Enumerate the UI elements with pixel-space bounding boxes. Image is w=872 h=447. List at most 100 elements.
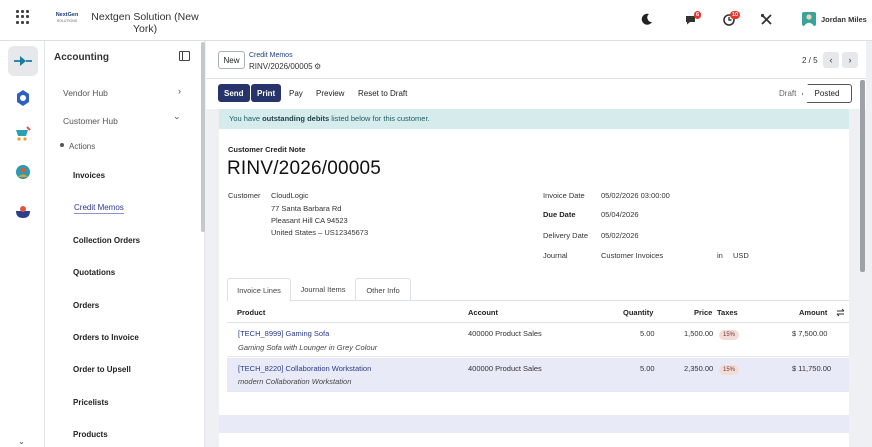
column-account[interactable]: Account	[468, 308, 498, 317]
column-amount[interactable]: Amount	[799, 308, 827, 317]
app-rail: ⌄	[0, 41, 45, 447]
sales-app-icon	[16, 126, 31, 141]
customer-name[interactable]: CloudLogic	[271, 191, 309, 200]
due-date-field[interactable]: 05/04/2026	[601, 210, 639, 219]
alert-prefix: You have	[229, 114, 263, 123]
table-empty-row	[219, 415, 849, 433]
rail-contacts-icon[interactable]	[8, 157, 38, 187]
apps-grid-icon[interactable]	[16, 10, 30, 24]
rail-crm-icon[interactable]	[8, 83, 38, 113]
tab-other-info[interactable]: Other Info	[355, 278, 411, 301]
user-avatar[interactable]	[802, 12, 816, 26]
row-quantity[interactable]: 5.00	[640, 364, 655, 373]
gear-icon[interactable]: ⚙	[314, 62, 321, 71]
sidebar-item-credit-memos[interactable]: Credit Memos	[74, 203, 124, 214]
rail-inventory-icon[interactable]	[8, 197, 38, 227]
row-account[interactable]: 400000 Product Sales	[468, 329, 542, 338]
customer-address-line2: Pleasant Hill CA 94523	[271, 216, 348, 225]
column-quantity[interactable]: Quantity	[623, 308, 653, 317]
main-scrollbar[interactable]	[860, 80, 865, 272]
chevron-right-icon[interactable]: ›	[178, 86, 181, 96]
due-date-label: Due Date	[543, 210, 576, 219]
column-taxes[interactable]: Taxes	[717, 308, 738, 317]
column-product[interactable]: Product	[237, 308, 265, 317]
row-price[interactable]: 2,350.00	[684, 364, 713, 373]
chat-badge: 6	[694, 11, 702, 19]
print-button[interactable]: Print	[251, 84, 282, 102]
form-sheet: You have outstanding debits listed below…	[219, 109, 849, 447]
row-price[interactable]: 1,500.00	[684, 329, 713, 338]
send-button[interactable]: Send	[218, 84, 250, 102]
sidebar-item-collection-orders[interactable]: Collection Orders	[73, 236, 140, 245]
tax-badge[interactable]: 15%	[719, 365, 740, 375]
control-panel: New Credit Memos RINV/2026/00005 ⚙ 2 / 5…	[206, 41, 866, 79]
sidebar-item-orders-to-invoice[interactable]: Orders to Invoice	[73, 333, 139, 342]
table-row[interactable]: [TECH_8220] Collaboration Workstation mo…	[227, 358, 849, 392]
pager-previous-icon[interactable]: ‹	[823, 52, 839, 68]
sidebar-item-quotations[interactable]: Quotations	[73, 268, 115, 277]
sidebar-item-vendor-hub[interactable]: Vendor Hub	[63, 88, 108, 98]
invoice-lines-header: Product Account Quantity Price Taxes Amo…	[227, 301, 849, 323]
pager-value[interactable]: 2 / 5	[802, 56, 818, 65]
tab-invoice-lines[interactable]: Invoice Lines	[227, 278, 291, 302]
alert-bold[interactable]: outstanding debits	[262, 114, 329, 123]
top-navbar: NextGen SOLUTIONS Nextgen Solution (New …	[0, 0, 872, 41]
currency-field[interactable]: USD	[733, 251, 749, 260]
customer-label: Customer	[228, 191, 261, 200]
tools-icon[interactable]	[760, 13, 773, 26]
crm-app-icon	[17, 90, 29, 106]
reset-to-draft-button[interactable]: Reset to Draft	[358, 89, 407, 98]
tab-journal-items[interactable]: Journal Items	[291, 278, 355, 301]
row-product[interactable]: [TECH_8220] Collaboration Workstation	[238, 364, 371, 373]
journal-field[interactable]: Customer Invoices	[601, 251, 663, 260]
row-product[interactable]: [TECH_8999] Gaming Sofa	[238, 329, 329, 338]
row-description[interactable]: Gaming Sofa with Lounger in Grey Colour	[238, 343, 377, 352]
pager-next-icon[interactable]: ›	[842, 52, 858, 68]
sidebar-scrollbar[interactable]	[201, 42, 205, 232]
sidebar-title: Accounting	[54, 52, 109, 63]
action-bar: Send Print Pay Preview Reset to Draft Dr…	[206, 79, 866, 109]
row-account[interactable]: 400000 Product Sales	[468, 364, 542, 373]
table-row[interactable]: [TECH_8999] Gaming Sofa Gaming Sofa with…	[227, 323, 849, 357]
status-draft[interactable]: Draft	[779, 89, 796, 98]
status-posted[interactable]: Posted	[802, 84, 852, 104]
rail-accounting-icon[interactable]	[8, 46, 38, 76]
sidebar-toggle-icon[interactable]	[179, 51, 190, 61]
preview-button[interactable]: Preview	[316, 89, 344, 98]
customer-address-line1: 77 Santa Barbara Rd	[271, 204, 342, 213]
company-logo: NextGen SOLUTIONS	[53, 12, 81, 30]
alert-suffix: listed below for this customer.	[329, 114, 430, 123]
chevron-down-icon[interactable]: ›	[173, 117, 183, 120]
sidebar-item-actions[interactable]: Actions	[69, 142, 95, 151]
row-description[interactable]: modern Collaboration Workstation	[238, 377, 351, 386]
bullet-icon	[60, 143, 64, 147]
inventory-app-icon	[16, 206, 30, 218]
row-quantity[interactable]: 5.00	[640, 329, 655, 338]
invoice-date-label: Invoice Date	[543, 191, 585, 200]
user-name[interactable]: Jordan Miles	[821, 15, 867, 24]
company-name[interactable]: Nextgen Solution (New York)	[90, 11, 200, 35]
sidebar-item-pricelists[interactable]: Pricelists	[73, 398, 109, 407]
new-button[interactable]: New	[218, 51, 245, 69]
moon-icon[interactable]	[640, 12, 654, 26]
breadcrumb-current: RINV/2026/00005	[249, 62, 313, 71]
sidebar-item-customer-hub[interactable]: Customer Hub	[63, 116, 118, 126]
sidebar-item-order-to-upsell[interactable]: Order to Upsell	[73, 365, 131, 374]
outstanding-debits-alert: You have outstanding debits listed below…	[219, 109, 849, 129]
sidebar-item-orders[interactable]: Orders	[73, 301, 99, 310]
invoice-date-field[interactable]: 05/02/2026 03:00:00	[601, 191, 670, 200]
delivery-date-field[interactable]: 05/02/2026	[601, 231, 639, 240]
customer-address-line3: United States – US12345673	[271, 228, 369, 237]
column-settings-icon[interactable]	[836, 308, 845, 317]
sidebar-item-products[interactable]: Products	[73, 430, 108, 439]
row-amount: $ 11,750.00	[792, 364, 832, 373]
column-price[interactable]: Price	[694, 308, 712, 317]
rail-collapse-icon[interactable]: ⌄	[18, 437, 25, 446]
pay-button[interactable]: Pay	[289, 89, 303, 98]
tax-badge[interactable]: 15%	[719, 330, 740, 340]
sidebar-item-invoices[interactable]: Invoices	[73, 171, 105, 180]
accounting-app-icon	[14, 56, 32, 66]
rail-sales-icon[interactable]	[8, 119, 38, 149]
breadcrumb-parent[interactable]: Credit Memos	[249, 52, 293, 59]
contacts-app-icon	[16, 165, 30, 179]
